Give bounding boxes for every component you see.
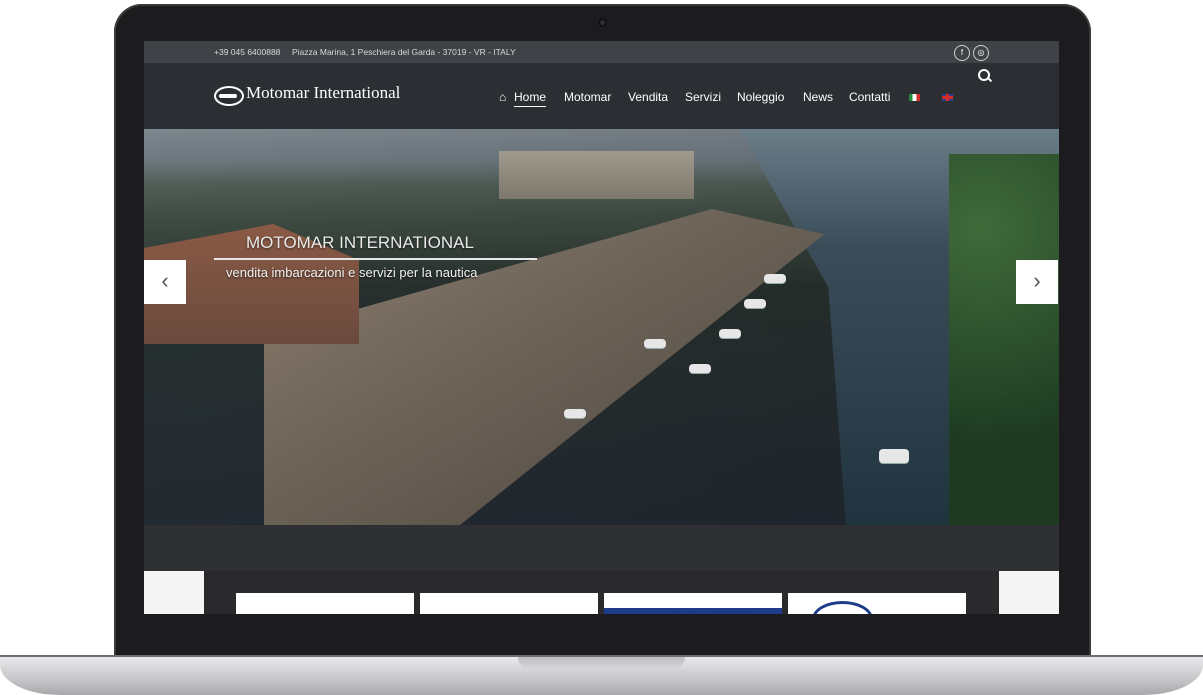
- bavaria-logo-text: BAVARIA: [674, 605, 757, 614]
- home-icon[interactable]: ⌂: [499, 90, 506, 104]
- nav-item-news[interactable]: News: [803, 90, 833, 104]
- section-divider: [144, 525, 1059, 571]
- nav-item-servizi[interactable]: Servizi: [685, 90, 721, 104]
- hero-divider: [214, 258, 537, 260]
- partners-prev-area[interactable]: [144, 571, 204, 614]
- harbor-building: [499, 151, 694, 199]
- partners-next-area[interactable]: [999, 571, 1059, 614]
- boat: [644, 339, 666, 348]
- trees-area: [949, 154, 1059, 525]
- boat: [764, 274, 786, 283]
- partner-card-4[interactable]: [788, 593, 966, 614]
- boat: [719, 329, 741, 338]
- hero-subtitle: vendita imbarcazioni e servizi per la na…: [226, 265, 478, 280]
- nav-item-contatti[interactable]: Contatti: [849, 90, 890, 104]
- hero-title: MOTOMAR INTERNATIONAL: [246, 233, 474, 252]
- facebook-icon[interactable]: f: [954, 45, 970, 61]
- nav-item-noleggio[interactable]: Noleggio: [737, 90, 784, 104]
- nav-item-motomar[interactable]: Motomar: [564, 90, 611, 104]
- english-flag-icon[interactable]: [942, 94, 953, 101]
- top-info-bar: +39 045 6400888 Piazza Marina, 1 Peschie…: [144, 41, 1059, 63]
- boat: [689, 364, 711, 373]
- instagram-icon[interactable]: ◎: [973, 45, 989, 61]
- logo-mark-icon: [214, 86, 244, 106]
- search-icon[interactable]: [978, 69, 990, 81]
- brand-name: Motomar International: [246, 83, 401, 102]
- laptop-notch: [518, 657, 685, 669]
- partner-card-bavaria[interactable]: BAVARIA: [604, 593, 782, 614]
- boat: [564, 409, 586, 418]
- slider-next-button[interactable]: ›: [1016, 260, 1058, 304]
- nav-item-vendita[interactable]: Vendita: [628, 90, 668, 104]
- boat: [879, 449, 909, 463]
- partner-card-1[interactable]: [236, 593, 414, 614]
- partner-emblem-icon: [812, 601, 873, 614]
- nav-item-home[interactable]: Home: [514, 90, 547, 107]
- slider-prev-button[interactable]: ‹: [144, 260, 186, 304]
- italian-flag-icon[interactable]: [909, 94, 920, 101]
- main-navbar: Motomar International ⌂ Home Motomar Ven…: [144, 63, 1059, 129]
- partners-carousel: BAVARIA: [144, 571, 1059, 614]
- boat: [744, 299, 766, 308]
- browser-viewport: +39 045 6400888 Piazza Marina, 1 Peschie…: [144, 41, 1059, 614]
- partner-card-2[interactable]: [420, 593, 598, 614]
- camera-icon: [598, 18, 607, 27]
- address-text: Piazza Marina, 1 Peschiera del Garda - 3…: [292, 47, 516, 57]
- hero-slider: MOTOMAR INTERNATIONAL vendita imbarcazio…: [144, 129, 1059, 525]
- phone-number[interactable]: +39 045 6400888: [214, 47, 280, 57]
